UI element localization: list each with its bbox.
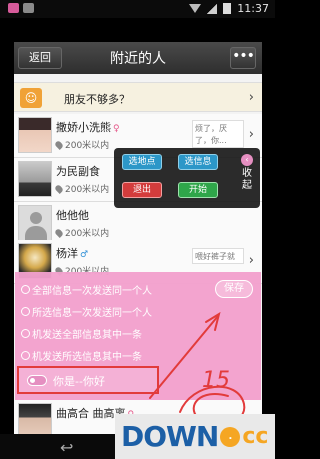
start-button[interactable]: 开始 bbox=[178, 182, 218, 198]
location-icon bbox=[54, 139, 64, 150]
radio-icon bbox=[21, 351, 30, 360]
watermark-dot-icon: . bbox=[220, 426, 241, 447]
message-item[interactable]: 你是--你好 bbox=[17, 366, 159, 394]
radio-icon bbox=[21, 307, 30, 316]
chevron-right-icon: › bbox=[248, 90, 254, 105]
person-distance: 200米以内 bbox=[54, 182, 109, 195]
send-option[interactable]: 所选信息一次发送同一个人 bbox=[21, 304, 152, 319]
control-panel: 选地点 选信息 退出 开始 ‹ 收起 bbox=[114, 148, 260, 208]
send-option[interactable]: 机发送全部信息其中一条 bbox=[21, 326, 142, 341]
person-signature: 喂好裤子就问 bbox=[192, 248, 244, 264]
clock: 11:37 bbox=[237, 2, 269, 15]
title-bar: 返回 附近的人 ••• bbox=[14, 42, 262, 74]
back-arrow-icon[interactable]: ↩ bbox=[60, 438, 73, 457]
more-button[interactable]: ••• bbox=[230, 47, 256, 69]
notification-icons bbox=[8, 3, 34, 13]
message-text: 你是--你好 bbox=[53, 375, 105, 388]
notification-icon bbox=[23, 3, 34, 13]
avatar bbox=[18, 161, 52, 197]
collapse-button[interactable]: ‹ 收起 bbox=[238, 154, 256, 202]
person-signature: 烦了，厌了，你... bbox=[192, 120, 244, 148]
person-name: 他他他 bbox=[56, 209, 89, 222]
signal-icon bbox=[207, 3, 218, 14]
location-icon bbox=[54, 183, 64, 194]
chevron-left-icon: ‹ bbox=[241, 154, 253, 166]
notification-icon bbox=[8, 3, 19, 13]
person-name: 撒娇小洗熊 ♀ bbox=[56, 121, 120, 134]
chevron-right-icon: › bbox=[248, 127, 254, 142]
person-distance: 200米以内 bbox=[54, 138, 109, 151]
page-title: 附近的人 bbox=[110, 51, 166, 67]
radio-icon bbox=[21, 285, 30, 294]
watermark-logo: DOWN . cc bbox=[115, 414, 275, 459]
save-button[interactable]: 保存 bbox=[215, 280, 253, 298]
select-message-button[interactable]: 选信息 bbox=[178, 154, 218, 170]
more-friends-row[interactable]: ☺ 朋友不够多？ › bbox=[14, 82, 262, 112]
nearby-list: ☺ 朋友不够多？ › 撒娇小洗熊 ♀ 200米以内 烦了，厌了，你... › 为民… bbox=[14, 74, 262, 434]
battery-icon bbox=[223, 3, 232, 14]
person-distance: 200米以内 bbox=[54, 226, 109, 239]
person-name: 为民副食 bbox=[56, 165, 100, 178]
exit-button[interactable]: 退出 bbox=[122, 182, 162, 198]
female-icon: ♀ bbox=[113, 124, 120, 134]
send-option[interactable]: 机发送所选信息其中一条 bbox=[21, 348, 142, 363]
status-bar: 11:37 bbox=[0, 0, 275, 18]
status-right: 11:37 bbox=[189, 2, 269, 15]
chevron-right-icon: › bbox=[248, 253, 254, 268]
avatar bbox=[18, 117, 52, 153]
male-icon: ♂ bbox=[80, 250, 89, 260]
people-icon: ☺ bbox=[20, 88, 42, 108]
avatar bbox=[18, 403, 52, 434]
wifi-icon bbox=[189, 4, 202, 13]
send-option[interactable]: 全部信息一次发送同一个人 bbox=[21, 282, 152, 297]
select-location-button[interactable]: 选地点 bbox=[122, 154, 162, 170]
watermark-ext: cc bbox=[242, 424, 269, 449]
location-icon bbox=[54, 227, 64, 238]
more-friends-label: 朋友不够多？ bbox=[64, 93, 130, 106]
watermark-text: DOWN bbox=[121, 420, 219, 453]
toggle-switch[interactable] bbox=[27, 375, 47, 386]
avatar bbox=[18, 205, 52, 241]
person-name: 杨洋 ♂ bbox=[56, 247, 89, 260]
radio-icon bbox=[21, 329, 30, 338]
